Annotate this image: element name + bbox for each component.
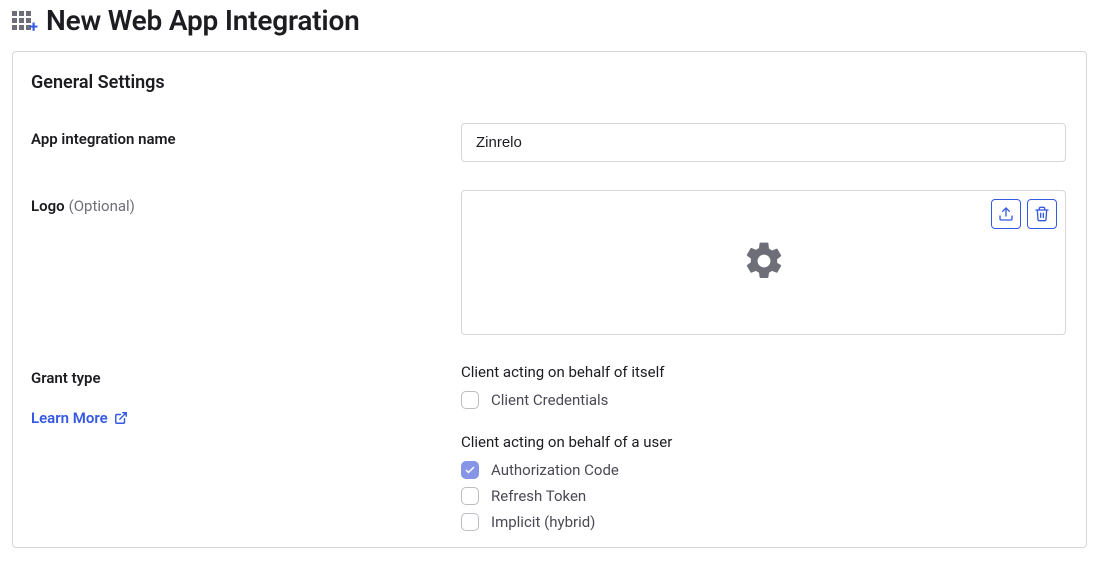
page-title: New Web App Integration: [46, 4, 360, 37]
checkbox-implicit[interactable]: Implicit (hybrid): [461, 513, 1066, 531]
section-title: General Settings: [31, 72, 1066, 93]
trash-icon: [1034, 206, 1050, 222]
app-name-input[interactable]: [461, 123, 1066, 162]
general-settings-panel: General Settings App integration name Lo…: [12, 51, 1087, 548]
grant-type-label: Grant type: [31, 369, 461, 387]
external-link-icon: [114, 411, 128, 425]
checkbox-client-credentials[interactable]: Client Credentials: [461, 391, 1066, 409]
logo-label: Logo: [31, 197, 65, 215]
group-self-heading: Client acting on behalf of itself: [461, 363, 1066, 381]
delete-logo-button[interactable]: [1027, 199, 1057, 229]
checkbox-label: Authorization Code: [491, 461, 619, 479]
learn-more-link[interactable]: Learn More: [31, 409, 128, 427]
checkbox-icon: [461, 487, 479, 505]
checkbox-label: Implicit (hybrid): [491, 513, 595, 531]
checkbox-refresh-token[interactable]: Refresh Token: [461, 487, 1066, 505]
apps-add-icon: +: [12, 9, 36, 33]
app-name-label: App integration name: [31, 130, 176, 148]
gear-icon: [742, 239, 786, 287]
checkbox-icon: [461, 391, 479, 409]
checkbox-icon: [461, 513, 479, 531]
upload-icon: [998, 206, 1014, 222]
logo-upload-area[interactable]: [461, 190, 1066, 335]
group-user-heading: Client acting on behalf of a user: [461, 433, 1066, 451]
upload-logo-button[interactable]: [991, 199, 1021, 229]
learn-more-text: Learn More: [31, 409, 108, 427]
checkbox-label: Refresh Token: [491, 487, 586, 505]
checkbox-authorization-code[interactable]: Authorization Code: [461, 461, 1066, 479]
checkbox-icon: [461, 461, 479, 479]
checkbox-label: Client Credentials: [491, 391, 608, 409]
